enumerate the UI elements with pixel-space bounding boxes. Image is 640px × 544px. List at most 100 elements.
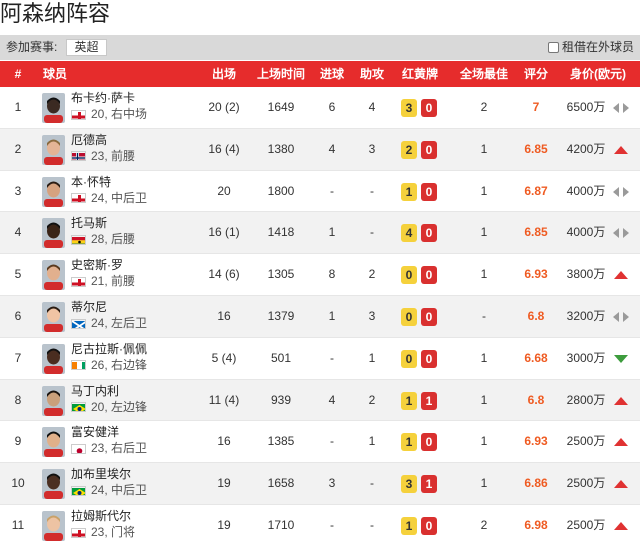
red-card-count: 0 — [421, 224, 437, 243]
table-row[interactable]: 3 本·怀特 24, 中后卫 20 1800- -1 0 1 6.87 4000万 — [0, 171, 640, 213]
brazil-flag-icon — [71, 485, 86, 496]
row-number: 7 — [14, 350, 22, 365]
player-meta: 24, 中后卫 — [71, 483, 147, 498]
row-number: 4 — [14, 225, 22, 240]
table-header: # 球员 出场 上场时间 进球 助攻 红黄牌 全场最佳 评分 身价(欧元) — [0, 61, 640, 87]
minutes-value: 1385 — [267, 434, 295, 449]
minutes-value: 1649 — [267, 100, 295, 114]
goals-value: - — [330, 350, 334, 365]
player-avatar[interactable] — [42, 260, 65, 291]
table-row[interactable]: 6 蒂尔尼 24, 左后卫 16 1379 1 3 0 0 - 6.8 3200万 — [0, 296, 640, 338]
apps-value: 5 (4) — [211, 350, 237, 365]
yellow-card-count: 1 — [401, 517, 417, 535]
row-number: 8 — [14, 392, 22, 407]
player-name[interactable]: 尼古拉斯·佩佩 — [71, 342, 147, 357]
player-age: 21 — [91, 274, 105, 289]
apps-value: 19 — [217, 476, 231, 491]
league-filter-button[interactable]: 英超 — [66, 39, 107, 56]
minutes-value: 1800 — [267, 183, 295, 198]
scotland-flag-icon — [71, 318, 86, 329]
player-age: 23 — [91, 441, 105, 456]
player-name[interactable]: 厄德高 — [71, 133, 107, 148]
table-row[interactable]: 8 马丁内利 20, 左边锋 11 (4) 939 4 2 1 1 1 6.8 2800万 — [0, 379, 640, 422]
table-row[interactable]: 1 布卡约·萨卡 20, 右中场 20 (2) 1649 6 4 3 0 2 7 6500万 — [0, 87, 640, 129]
player-avatar[interactable] — [42, 511, 65, 541]
trend-up-icon — [611, 142, 631, 158]
player-avatar[interactable] — [42, 176, 65, 207]
assists-value: 3 — [368, 309, 376, 323]
apps-value: 14 (6) — [208, 267, 240, 282]
table-row[interactable]: 10 加布里埃尔 24, 中后卫 19 1658 3-3 1 1 6.86 2500万 — [0, 463, 640, 505]
apps-value: 20 — [217, 183, 231, 198]
trend-up-icon — [611, 434, 631, 450]
player-name[interactable]: 托马斯 — [71, 216, 107, 231]
player-avatar[interactable] — [42, 134, 65, 165]
table-row[interactable]: 7 尼古拉斯·佩佩 26, 右边锋 5 (4) 501 - 1 0 0 1 6.68 3000万 — [0, 338, 640, 380]
player-meta: 20, 左边锋 — [71, 400, 147, 415]
player-avatar[interactable] — [42, 385, 65, 416]
table-row[interactable]: 5 史密斯·罗 21, 前腰 14 (6) 1305 8 2 0 0 1 6.93 3800万 — [0, 254, 640, 296]
player-position: 门将 — [111, 525, 136, 539]
loan-players-toggle[interactable]: 租借在外球员 — [547, 35, 634, 60]
row-number: 9 — [14, 434, 22, 449]
market-value: 4200万 — [566, 141, 606, 156]
player-name[interactable]: 史密斯·罗 — [71, 258, 123, 273]
col-minutes: 上场时间 — [256, 67, 305, 81]
motm-value: 1 — [480, 476, 488, 491]
player-meta: 24, 中后卫 — [71, 191, 147, 206]
goals-value: 4 — [328, 141, 336, 156]
rating-value: 6.87 — [524, 183, 548, 198]
england-flag-icon — [71, 193, 86, 204]
player-avatar[interactable] — [42, 469, 65, 500]
rating-value: 6.86 — [524, 476, 548, 491]
player-position: 前腰 — [111, 274, 136, 289]
col-goals: 进球 — [319, 67, 344, 81]
player-avatar[interactable] — [42, 302, 65, 332]
market-value: 3200万 — [566, 309, 606, 323]
yellow-card-count: 3 — [401, 475, 417, 494]
player-name[interactable]: 本·怀特 — [71, 175, 111, 190]
red-card-count: 0 — [421, 308, 437, 326]
red-card-count: 0 — [421, 433, 437, 452]
table-row[interactable]: 2 厄德高 23, 前腰 16 (4) 1380 4 3 2 0 1 6.85 4200万 — [0, 128, 640, 171]
age-separator: , — [104, 357, 112, 372]
table-row[interactable]: 4 托马斯 28, 后腰 16 (1) 1418 1-4 0 1 6.85 4000万 — [0, 212, 640, 255]
goals-value: - — [330, 183, 334, 198]
player-name[interactable]: 布卡约·萨卡 — [71, 91, 135, 106]
player-meta: 20, 右中场 — [71, 107, 147, 122]
player-avatar[interactable] — [42, 427, 65, 458]
assists-value: - — [370, 476, 374, 491]
assists-value: - — [370, 183, 374, 198]
table-row[interactable]: 9 富安健洋 23, 右后卫 16 1385-1 1 0 1 6.93 2500万 — [0, 421, 640, 464]
player-name[interactable]: 加布里埃尔 — [71, 467, 131, 482]
player-avatar[interactable] — [42, 93, 65, 123]
rating-value: 6.8 — [527, 309, 545, 323]
row-number: 6 — [14, 309, 22, 323]
player-age: 28 — [91, 232, 105, 247]
player-avatar[interactable] — [42, 343, 65, 374]
player-age: 20 — [91, 399, 105, 414]
col-no: # — [14, 67, 22, 81]
player-meta: 24, 左后卫 — [71, 316, 147, 331]
col-motm: 全场最佳 — [459, 67, 508, 81]
rating-value: 6.93 — [524, 267, 548, 282]
player-name[interactable]: 蒂尔尼 — [71, 300, 107, 315]
england-flag-icon — [71, 276, 86, 287]
player-name[interactable]: 马丁内利 — [71, 384, 119, 399]
table-row[interactable]: 11 拉姆斯代尔 23, 门将 19 1710 - - 1 0 2 6.98 2500万 — [0, 505, 640, 544]
player-avatar[interactable] — [42, 218, 65, 249]
loan-checkbox[interactable] — [547, 42, 559, 53]
yellow-card-count: 1 — [401, 433, 417, 452]
player-name[interactable]: 富安健洋 — [71, 425, 119, 440]
rating-value: 6.85 — [524, 225, 548, 240]
goals-value: 1 — [328, 309, 336, 323]
trend-flat-icon — [611, 184, 631, 200]
england-flag-icon — [71, 109, 86, 120]
market-value: 2500万 — [566, 434, 606, 449]
player-name[interactable]: 拉姆斯代尔 — [71, 509, 131, 524]
col-apps: 出场 — [211, 67, 236, 81]
market-value: 3800万 — [566, 267, 606, 282]
market-value: 3000万 — [566, 350, 606, 365]
player-meta: 26, 右边锋 — [71, 358, 147, 373]
goals-value: - — [330, 434, 334, 449]
